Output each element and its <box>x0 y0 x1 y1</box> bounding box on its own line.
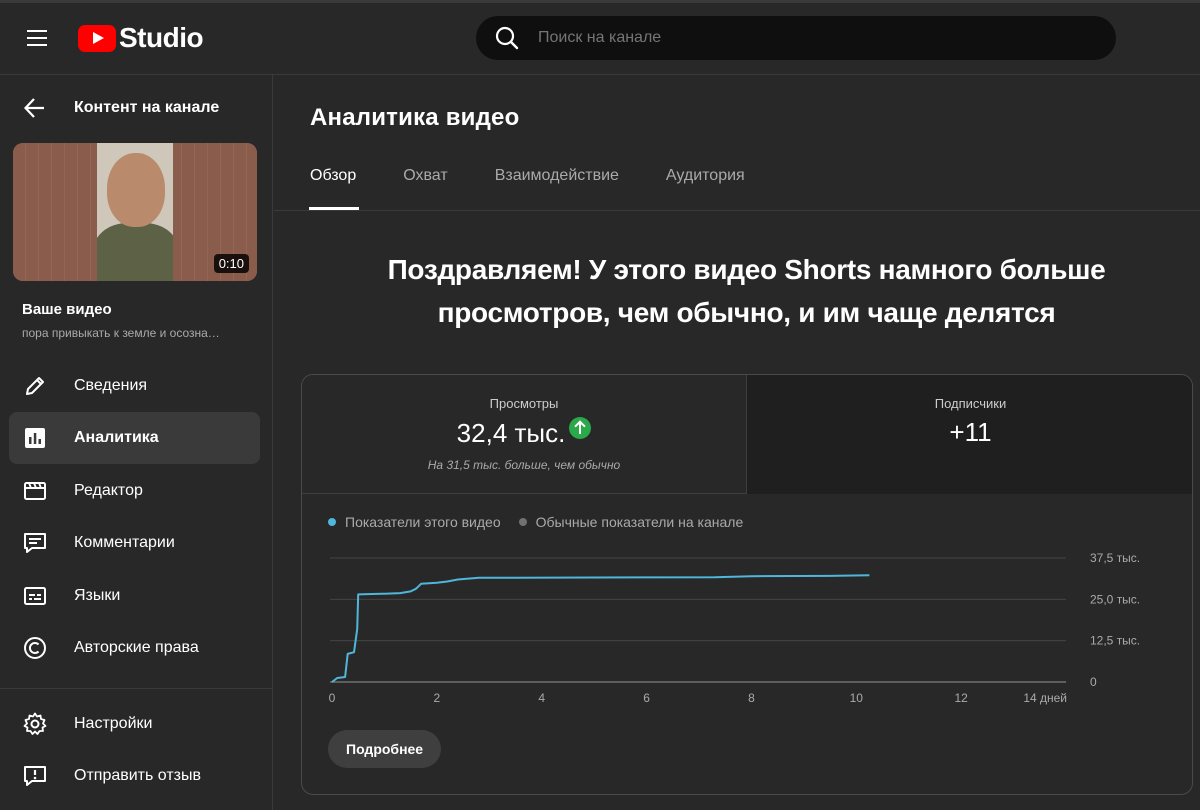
video-title: пора привыкать к земле и осозна… <box>22 326 220 340</box>
views-note: На 31,5 тыс. больше, чем обычно <box>427 458 621 472</box>
comments-icon <box>22 530 48 556</box>
arrow-back-icon[interactable] <box>22 95 48 121</box>
headline-line-1: Поздравляем! У этого видео Shorts намног… <box>387 254 1106 285</box>
youtube-play-icon <box>78 24 116 52</box>
legend-label: Показатели этого видео <box>345 514 501 530</box>
sidebar-item-languages[interactable]: Языки <box>9 570 260 622</box>
sidebar-nav: Сведения Аналитика Редактор Комментарии … <box>9 360 260 674</box>
sidebar-item-comments[interactable]: Комментарии <box>9 517 260 569</box>
tab-overview[interactable]: Обзор <box>308 167 360 211</box>
studio-logo[interactable]: Studio <box>78 22 204 54</box>
tab-engagement[interactable]: Взаимодействие <box>495 167 619 211</box>
top-bar: Studio <box>0 0 1200 75</box>
legend-dot-gray <box>518 518 527 526</box>
sidebar-item-copyright[interactable]: Авторские права <box>9 622 260 674</box>
chart-x-tick-label: 10 <box>850 691 864 705</box>
editor-icon <box>22 478 48 504</box>
sidebar-item-label: Авторские права <box>74 638 199 656</box>
chart-legend: Показатели этого видео Обычные показател… <box>328 514 761 530</box>
legend-item-typical: Обычные показатели на канале <box>518 514 744 530</box>
sidebar-item-analytics[interactable]: Аналитика <box>9 412 260 465</box>
see-more-button[interactable]: Подробнее <box>328 730 442 768</box>
subscribers-value: +11 <box>949 417 992 447</box>
sidebar-divider <box>0 688 272 689</box>
congrats-headline: Поздравляем! У этого видео Shorts намног… <box>334 248 1159 334</box>
views-line-chart: 0 12,5 тыс. 25,0 тыс. 37,5 тыс. 0 2 4 6 8 10 12 14 … <box>329 551 1141 705</box>
duration-badge: 0:10 <box>213 254 249 273</box>
feedback-icon <box>22 763 48 789</box>
headline-line-2: просмотров, чем обычно, и им чаще делятс… <box>437 297 1056 328</box>
page-title: Аналитика видео <box>310 104 520 131</box>
sidebar-item-label: Аналитика <box>74 429 159 447</box>
copyright-icon <box>22 635 48 661</box>
legend-label: Обычные показатели на канале <box>535 514 744 530</box>
chart-x-tick-label: 14 дней <box>1023 691 1067 705</box>
tab-audience[interactable]: Аудитория <box>666 167 745 211</box>
legend-dot-blue <box>328 518 336 526</box>
arrow-up-icon <box>569 417 592 439</box>
analytics-tabs: Обзор Охват Взаимодействие Аудитория <box>308 167 792 211</box>
sidebar: Контент на канале 0:10 Ваше видео пора п… <box>0 75 273 810</box>
back-to-content[interactable]: Контент на канале <box>0 75 272 139</box>
tabs-divider <box>274 210 1200 211</box>
tab-reach[interactable]: Охват <box>403 167 447 211</box>
sidebar-item-settings[interactable]: Настройки <box>9 698 260 750</box>
views-label: Просмотры <box>489 396 559 411</box>
search-icon[interactable] <box>494 25 520 51</box>
search-bar[interactable] <box>476 16 1116 60</box>
chart-series-this-video <box>331 574 870 683</box>
chart-y-tick-label: 25,0 тыс. <box>1090 592 1140 606</box>
your-video-label: Ваше видео <box>22 301 112 318</box>
main-content: Аналитика видео Обзор Охват Взаимодейств… <box>274 75 1200 810</box>
sidebar-item-label: Сведения <box>74 377 148 394</box>
top-border <box>0 0 1200 3</box>
sidebar-item-label: Языки <box>74 586 121 604</box>
sidebar-item-label: Настройки <box>74 715 153 732</box>
chart-x-tick-label: 12 <box>954 691 968 705</box>
thumbnail-face <box>107 153 165 227</box>
chart-y-tick-label: 37,5 тыс. <box>1090 551 1140 565</box>
sidebar-item-label: Редактор <box>74 481 143 499</box>
gear-icon <box>22 711 48 737</box>
chart-x-tick-label: 8 <box>748 691 755 705</box>
pencil-icon <box>22 373 48 399</box>
subscribers-metric-tab[interactable]: Подписчики +11 <box>747 375 1192 494</box>
subscribers-label: Подписчики <box>934 396 1007 411</box>
logo-text: Studio <box>119 22 204 53</box>
back-label: Контент на канале <box>74 99 220 116</box>
stats-card: Просмотры 32,4 тыс. На 31,5 тыс. больше,… <box>301 374 1193 795</box>
chart-y-tick-label: 0 <box>1090 675 1097 689</box>
video-thumbnail[interactable]: 0:10 <box>13 143 257 281</box>
chart-x-tick-label: 4 <box>538 691 545 705</box>
sidebar-item-label: Отправить отзыв <box>74 767 201 785</box>
sidebar-bottom-nav: Настройки Отправить отзыв <box>9 698 260 803</box>
search-input[interactable] <box>538 29 1078 47</box>
sidebar-item-editor[interactable]: Редактор <box>9 465 260 517</box>
views-value: 32,4 тыс. <box>456 418 566 448</box>
thumbnail-frame <box>97 143 173 281</box>
sidebar-item-label: Комментарии <box>74 534 175 552</box>
sidebar-item-feedback[interactable]: Отправить отзыв <box>9 750 260 802</box>
thumbnail-shirt <box>97 223 173 281</box>
chart-y-tick-label: 12,5 тыс. <box>1090 634 1140 648</box>
legend-item-this-video: Показатели этого видео <box>328 514 501 530</box>
views-metric-tab[interactable]: Просмотры 32,4 тыс. На 31,5 тыс. больше,… <box>302 375 747 494</box>
chart-x-tick-label: 6 <box>643 691 650 705</box>
analytics-icon <box>22 425 48 451</box>
sidebar-item-details[interactable]: Сведения <box>9 360 260 412</box>
chart-x-tick-label: 0 <box>329 691 336 705</box>
hamburger-menu-icon[interactable] <box>22 22 52 52</box>
chart-x-tick-label: 2 <box>434 691 441 705</box>
views-value-row: 32,4 тыс. <box>302 417 746 449</box>
subtitles-icon <box>22 583 48 609</box>
